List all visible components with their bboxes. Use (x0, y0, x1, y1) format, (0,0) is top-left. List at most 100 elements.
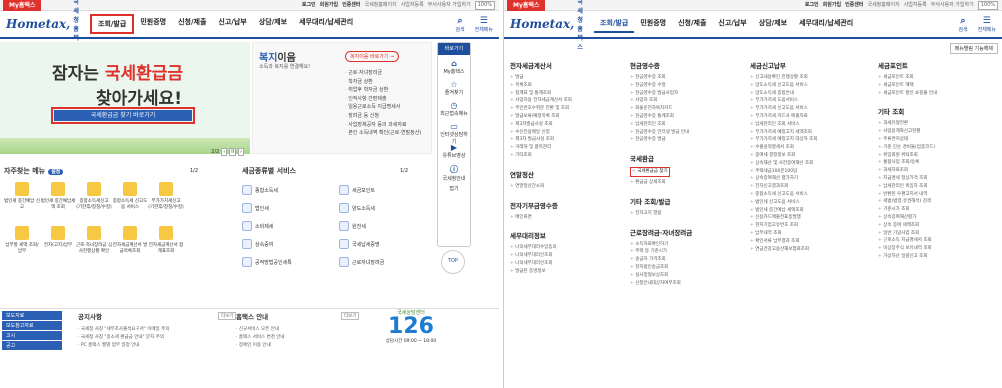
menu-item[interactable]: 주택 등 기준시가 (630, 248, 744, 256)
menu-item[interactable]: 납부내역 조회 (750, 230, 864, 238)
nav-report-pay[interactable]: 신고/납부 (212, 14, 252, 34)
quick-my-hometax[interactable]: ⌂ My홈택스 (438, 55, 470, 76)
prev-icon[interactable]: ‹ (221, 148, 228, 156)
menu-item[interactable]: 법인세 중간예납 세액조회 (750, 207, 864, 215)
menu-item[interactable]: 제3자 발급사실 조회 (510, 136, 624, 144)
press-release-link[interactable]: 보도자료 (2, 311, 62, 320)
notice-item[interactable]: 국세청 사칭 "종소세 환급금 안내" 문자 주의 (78, 334, 238, 342)
login-link[interactable]: 로그인 (302, 0, 316, 11)
nav-inquiry-issue[interactable]: 조회/발급 (90, 14, 135, 34)
press-reference-link[interactable]: 보도참고자료 (2, 321, 62, 330)
freq-item[interactable]: 법인세 중간예납세액 조회 (40, 182, 76, 222)
menu-item[interactable]: 부가가치세 도움서비스 (750, 97, 864, 105)
welfare-item[interactable]: 인적사항 간편제출 (345, 95, 421, 104)
menu-item[interactable]: 현금영수증 인터넷 발급 안내 (630, 129, 744, 137)
menu-item[interactable]: 합계표 및 통계조회 (510, 90, 624, 98)
menu-item[interactable]: 연금건강고용산재보험료조회 (750, 246, 864, 254)
menu-item[interactable]: 신용카드매출전표등발행 (750, 214, 864, 222)
hometax-item[interactable]: 신규서비스 오픈 안내 (236, 326, 366, 334)
menu-item[interactable]: 세금포인트 혜택 (878, 82, 992, 90)
nav-tax-agent[interactable]: 세무대리/납세관리 (793, 15, 859, 33)
menu-item[interactable]: 통합사업 조회/등록 (878, 159, 992, 167)
menu-item[interactable]: 사업용계좌신고현황 (878, 128, 992, 136)
freq-item[interactable]: 법인세 중간예납 신고 (4, 182, 40, 222)
menu-item[interactable]: 발급된 증명정보 (510, 268, 624, 276)
menu-item[interactable]: 사업자 조회 (630, 97, 744, 105)
welfare-item[interactable]: 장려금 등 신청 (345, 112, 421, 121)
menu-item[interactable]: 과세자료조회 (878, 167, 992, 175)
quick-favorites[interactable]: ☆ 즐겨찾기 (438, 76, 470, 97)
menu-item[interactable]: 나의세무대리인조회 (510, 260, 624, 268)
menu-item[interactable]: 나의세무대리인조회 (510, 252, 624, 260)
menu-item[interactable]: 사업자용 전자세금계산서 조회 (510, 97, 624, 105)
search-button[interactable]: ⌕ 검색 (958, 16, 967, 33)
menu-item[interactable]: 양도소득세 신고도움 서비스 (750, 82, 864, 90)
menu-item[interactable]: 현지기업고유번호 조회 (750, 222, 864, 230)
welfare-item[interactable]: 본인 소득내역 확인(근로·연말정산) (345, 129, 421, 138)
dept-user-link[interactable]: 부서사용자 가입하기 (428, 0, 471, 11)
biz-register-link[interactable]: 사업자등록 (904, 0, 927, 11)
menu-item[interactable]: 기준시가 조회 (878, 206, 992, 214)
quick-guide[interactable]: ⓘ 국세청안내 (438, 160, 470, 182)
menu-item[interactable]: 제3자발급사실 조회 (510, 121, 624, 129)
menu-item[interactable]: 기타조회 (510, 152, 624, 160)
menu-item[interactable]: 신고내용확인 진행상황 조회 (750, 74, 864, 82)
freq-item[interactable]: 종합소득세신고 (기한후/정정/수정) (76, 182, 112, 222)
notice-more-button[interactable]: 더보기 (218, 312, 237, 320)
nav-apply-submit[interactable]: 신청/제출 (672, 15, 712, 33)
menu-item[interactable]: 현금영수증 통계조회 (630, 113, 744, 121)
menu-item[interactable]: 전자고지 열람 (630, 210, 744, 218)
zoom-select[interactable]: 100% (474, 1, 495, 10)
zoom-select[interactable]: 100% (977, 1, 998, 10)
hometax-item[interactable]: 홈택스 서비스 변경 안내 (236, 334, 366, 342)
menu-item[interactable]: 납세관리인 위임자 조회 (878, 183, 992, 191)
menu-item[interactable]: 주민번호수취분 전환 및 조회 (510, 105, 624, 113)
welfare-item[interactable]: 취업후 학자금 상환 (345, 86, 421, 95)
menu-item[interactable]: 부가가치세 예정고지 세액조회 (750, 129, 864, 137)
nav-certificate[interactable]: 민원증명 (634, 15, 672, 33)
freq-item[interactable]: 전자세금계산서 합계표조회 (148, 226, 184, 266)
menu-item[interactable]: 현금영수증 발급사업자 (630, 90, 744, 98)
menu-item[interactable]: 현금영수증 발급 (630, 136, 744, 144)
quick-consult[interactable]: ▭ 인터넷상담하기 (438, 118, 470, 145)
tax-item[interactable]: 국세납세증명 (339, 238, 436, 250)
tax-item[interactable]: 소비제세 (242, 220, 339, 232)
tax-item[interactable]: 공적방법공인세특 (242, 256, 339, 268)
menu-item[interactable]: 위임회원 위탁조회 (878, 152, 992, 160)
tax-item[interactable]: 근로자녀장려금 (339, 256, 436, 268)
cert-center-link[interactable]: 인증센터 (342, 0, 360, 11)
nav-consult[interactable]: 상담/제보 (753, 15, 793, 33)
freq-item[interactable]: 부가가치세신고 (기한후/정정/수정) (148, 182, 184, 222)
menu-item[interactable]: 가상자산 일괄신고 조회 (878, 253, 992, 261)
menu-item[interactable]: 종합소득세 신고도움 서비스 (750, 191, 864, 199)
freq-item[interactable]: 근로·자녀장려금 심사진행상황 확인 (76, 226, 112, 266)
menu-function-toggle[interactable]: 메뉴별림 기능해제 (949, 43, 998, 54)
menu-item[interactable]: 주류면허상태 (878, 136, 992, 144)
tax-item[interactable]: 상속증여 (242, 238, 339, 250)
freq-item[interactable]: 전자(고지)납부 (40, 226, 76, 266)
nav-apply-submit[interactable]: 신청/제출 (172, 14, 212, 34)
tax-item[interactable]: 원천세 (339, 220, 436, 232)
menu-item[interactable]: 법인세 신고도움 서비스 (750, 199, 864, 207)
signup-link[interactable]: 회원가입 (320, 0, 338, 11)
notice-item[interactable]: PC 홈택스 월별 업무 일정 안내 (78, 342, 238, 350)
all-menu-button[interactable]: ☰ 전체메뉴 (475, 16, 493, 33)
nav-certificate[interactable]: 민원증명 (134, 14, 172, 34)
tax-item[interactable]: 양도소득세 (339, 202, 436, 214)
tax-item[interactable]: 세금포인트 (339, 184, 436, 196)
login-link[interactable]: 로그인 (805, 0, 819, 11)
menu-item[interactable]: 연말정산간소화 (510, 183, 624, 191)
menu-item[interactable]: 상속재산 및 사전증여재산 조회 (750, 160, 864, 168)
nav-tax-agent[interactable]: 세무대리/납세관리 (293, 14, 359, 34)
menu-item[interactable]: 상속증여재산 평가하기 (750, 175, 864, 183)
quick-recent[interactable]: ◷ 최근접속메뉴 (438, 97, 470, 118)
biz-register-link[interactable]: 사업자등록 (401, 0, 424, 11)
menu-item[interactable]: 비상장주식 보유내역 조회 (878, 245, 992, 253)
menu-item[interactable]: 현금영수증 수정 (630, 82, 744, 90)
menu-item[interactable]: 화물운전자복지카드 (630, 105, 744, 113)
notice-gosi-link[interactable]: 고시 (2, 331, 62, 340)
menu-item[interactable]: 수신전용메일 신청 (510, 129, 624, 137)
menu-item[interactable]: 현지법인송금조회 (630, 264, 744, 272)
freq-item[interactable]: 납부할 세액 조회/납부 (4, 226, 40, 266)
menu-item[interactable]: 세금포인트 할인 쇼핑몰 안내 (878, 90, 992, 98)
